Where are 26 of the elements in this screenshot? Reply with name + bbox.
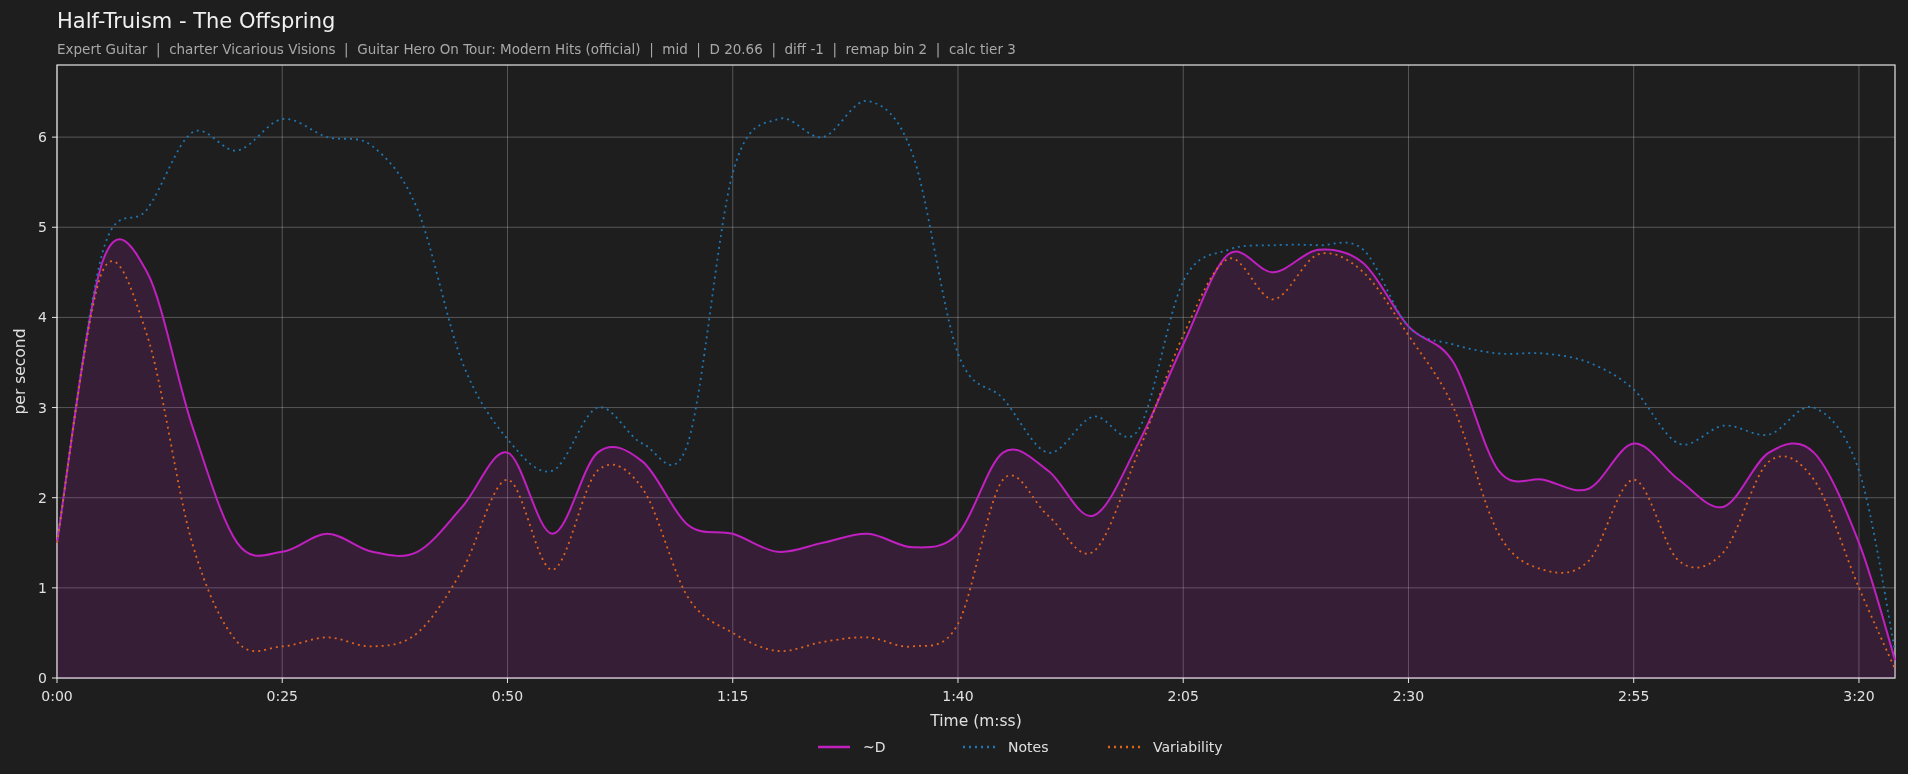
x-axis-label: Time (m:ss) (930, 712, 1022, 730)
legend-label: ~D (863, 739, 886, 755)
legend-swatch (963, 745, 995, 749)
y-tick-label: 6 (38, 129, 47, 146)
x-tick-label: 0:50 (491, 688, 524, 704)
y-tick-label: 2 (38, 489, 47, 506)
legend-swatch (818, 745, 850, 749)
x-tick-label: 1:15 (717, 688, 749, 704)
chart-subtitle: Expert Guitar | charter Vicarious Visions | Guitar Hero On Tour: Modern Hits (official) | mid | D 20.66 | diff -1 | remap bin 2 | calc tier 3 (57, 40, 1017, 58)
x-tick-label: 2:55 (1618, 688, 1650, 704)
x-tick-label: 1:40 (942, 688, 974, 704)
y-tick-label: 1 (38, 579, 47, 596)
x-tick-label: 2:05 (1167, 688, 1199, 704)
legend-label: Variability (1153, 739, 1223, 755)
y-tick-label: 3 (38, 399, 47, 416)
x-tick-label: 2:30 (1392, 688, 1425, 704)
y-tick-label: 4 (38, 309, 47, 326)
y-axis-label: per second (11, 328, 29, 415)
y-tick-label: 5 (38, 219, 47, 236)
legend-label: Notes (1008, 739, 1049, 755)
x-tick-label: 0:25 (266, 688, 298, 704)
x-tick-label: 3:20 (1843, 688, 1875, 704)
legend-swatch (1108, 745, 1140, 749)
chart-title: Half-Truism - The Offspring (57, 8, 337, 34)
x-tick-label: 0:00 (41, 688, 73, 704)
y-tick-label: 0 (38, 670, 47, 686)
